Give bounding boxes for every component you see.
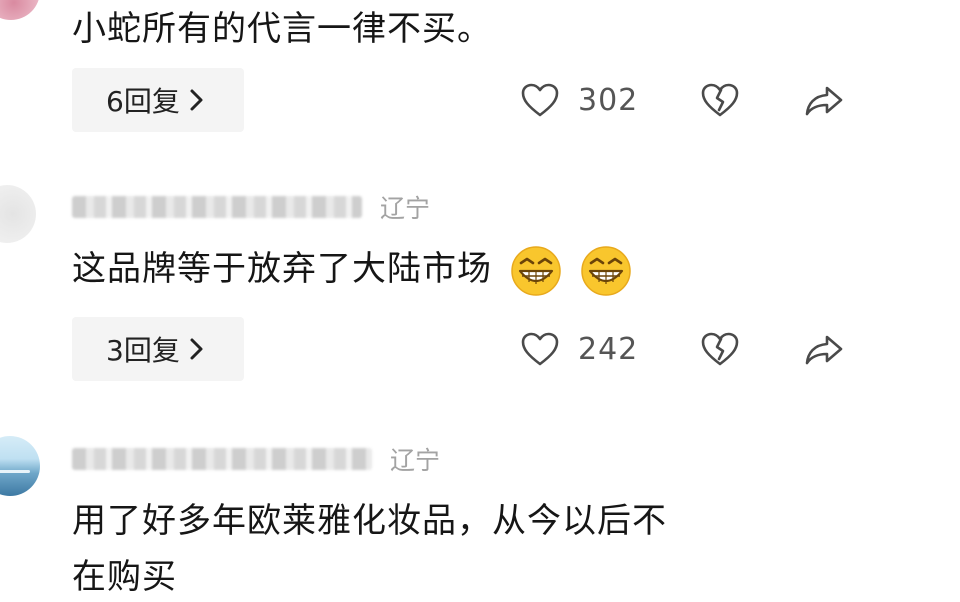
share-arrow-icon bbox=[805, 86, 843, 116]
comment-text-line: 用了好多年欧莱雅化妆品，从今以后不 bbox=[72, 501, 667, 541]
reply-button[interactable]: 3回复 bbox=[72, 317, 244, 381]
username[interactable] bbox=[72, 448, 372, 470]
avatar[interactable] bbox=[0, 0, 40, 20]
avatar[interactable] bbox=[0, 436, 40, 496]
share-button[interactable] bbox=[802, 327, 846, 371]
chevron-right-icon bbox=[190, 89, 203, 111]
share-button[interactable] bbox=[802, 78, 846, 122]
comment-text: 小蛇所有的代言一律不买。 bbox=[72, 9, 492, 49]
reply-label: 6回复 bbox=[106, 85, 180, 118]
user-row: 辽宁 bbox=[72, 192, 431, 223]
heart-outline-icon bbox=[521, 332, 559, 366]
reply-label: 3回复 bbox=[106, 334, 180, 367]
broken-heart-icon bbox=[701, 83, 739, 117]
location-label: 辽宁 bbox=[380, 194, 431, 223]
reply-button[interactable]: 6回复 bbox=[72, 68, 244, 132]
avatar[interactable] bbox=[0, 185, 36, 243]
dislike-button[interactable] bbox=[698, 327, 742, 371]
comment-body: 这品牌等于放弃了大陆市场 bbox=[72, 249, 492, 289]
broken-heart-icon bbox=[701, 332, 739, 366]
dislike-button[interactable] bbox=[698, 78, 742, 122]
username[interactable] bbox=[72, 196, 362, 218]
chevron-right-icon bbox=[190, 338, 203, 360]
grinning-face-emoji bbox=[580, 245, 631, 296]
comment-text: 这品牌等于放弃了大陆市场 bbox=[72, 244, 632, 297]
grinning-face-emoji bbox=[511, 245, 561, 296]
like-button[interactable]: 242 bbox=[520, 317, 638, 381]
share-arrow-icon bbox=[805, 335, 843, 365]
user-row: 辽宁 bbox=[72, 444, 441, 475]
comment-text-line: 在购买 bbox=[72, 557, 177, 597]
like-count: 302 bbox=[578, 82, 639, 118]
like-count: 242 bbox=[578, 331, 639, 367]
heart-outline-icon bbox=[521, 83, 559, 117]
location-label: 辽宁 bbox=[390, 446, 441, 475]
like-button[interactable]: 302 bbox=[520, 68, 638, 132]
